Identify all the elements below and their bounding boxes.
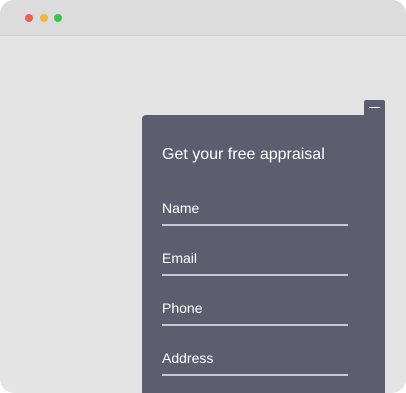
close-window-button[interactable] [25, 14, 33, 22]
phone-field[interactable]: Phone [162, 300, 348, 326]
name-field[interactable]: Name [162, 200, 348, 226]
address-field[interactable]: Address [162, 350, 348, 376]
address-field-label: Address [162, 350, 214, 366]
browser-window: Get your free appraisal Name Email Phone… [0, 0, 406, 393]
minimize-window-button[interactable] [40, 14, 48, 22]
minus-icon [369, 107, 380, 108]
email-field-label: Email [162, 250, 198, 266]
email-field[interactable]: Email [162, 250, 348, 276]
phone-field-label: Phone [162, 300, 203, 316]
maximize-window-button[interactable] [54, 14, 62, 22]
name-field-label: Name [162, 200, 200, 216]
title-bar [0, 0, 406, 36]
collapse-widget-button[interactable] [364, 100, 385, 116]
appraisal-form-panel: Get your free appraisal Name Email Phone… [142, 115, 385, 393]
form-title: Get your free appraisal [162, 146, 325, 163]
